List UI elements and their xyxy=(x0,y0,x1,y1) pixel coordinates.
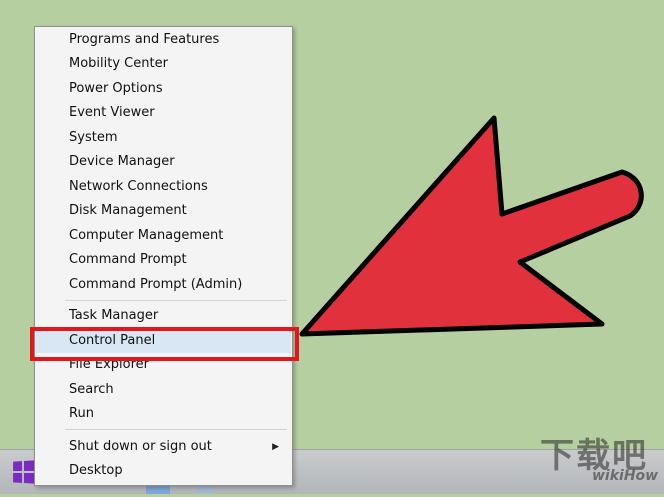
menu-item-label: Desktop xyxy=(69,463,123,478)
menu-item-power-options[interactable]: Power Options xyxy=(36,77,291,101)
menu-item-system[interactable]: System xyxy=(36,126,291,150)
menu-item-programs-and-features[interactable]: Programs and Features xyxy=(36,28,291,52)
menu-item-label: Programs and Features xyxy=(69,32,220,47)
menu-item-command-prompt[interactable]: Command Prompt xyxy=(36,248,291,272)
menu-item-device-manager[interactable]: Device Manager xyxy=(36,150,291,174)
menu-item-command-prompt-admin[interactable]: Command Prompt (Admin) xyxy=(36,273,291,297)
menu-item-search[interactable]: Search xyxy=(36,378,291,402)
power-user-menu: Programs and Features Mobility Center Po… xyxy=(30,26,299,486)
menu-item-label: Shut down or sign out xyxy=(69,439,212,454)
menu-item-label: Network Connections xyxy=(69,179,208,194)
windows-logo-icon xyxy=(13,460,35,484)
menu-item-label: Task Manager xyxy=(69,308,159,323)
menu-item-label: Device Manager xyxy=(69,154,175,169)
menu-item-label: Event Viewer xyxy=(69,105,155,120)
menu-item-label: System xyxy=(69,130,118,145)
watermark: 下载吧 wikiHow xyxy=(540,428,660,490)
menu-item-label: Power Options xyxy=(69,81,163,96)
highlight-box-annotation xyxy=(30,327,299,361)
menu-item-disk-management[interactable]: Disk Management xyxy=(36,199,291,223)
submenu-arrow-icon: ▶ xyxy=(272,442,279,452)
watermark-site-text: wikiHow xyxy=(592,468,659,484)
menu-item-label: Computer Management xyxy=(69,228,224,243)
menu-item-label: Disk Management xyxy=(69,203,187,218)
menu-item-label: Search xyxy=(69,382,114,397)
menu-item-label: Command Prompt xyxy=(69,252,187,267)
menu-item-task-manager[interactable]: Task Manager xyxy=(36,304,291,328)
menu-item-desktop[interactable]: Desktop xyxy=(36,459,291,483)
pointer-arrow-annotation xyxy=(299,115,644,337)
menu-item-label: Command Prompt (Admin) xyxy=(69,277,243,292)
menu-item-shut-down-or-sign-out[interactable]: Shut down or sign out ▶ xyxy=(36,435,291,459)
menu-item-label: Mobility Center xyxy=(69,56,168,71)
menu-item-computer-management[interactable]: Computer Management xyxy=(36,224,291,248)
menu-item-run[interactable]: Run xyxy=(36,402,291,426)
menu-separator xyxy=(65,429,287,430)
menu-item-event-viewer[interactable]: Event Viewer xyxy=(36,101,291,125)
menu-separator xyxy=(65,300,287,301)
menu-item-mobility-center[interactable]: Mobility Center xyxy=(36,52,291,76)
menu-item-network-connections[interactable]: Network Connections xyxy=(36,175,291,199)
menu-item-label: Run xyxy=(69,406,94,421)
